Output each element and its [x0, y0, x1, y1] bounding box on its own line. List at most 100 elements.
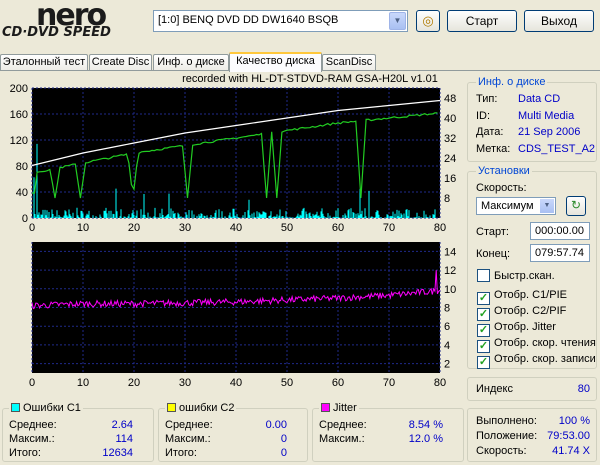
- check-icon[interactable]: ✓: [477, 324, 490, 337]
- y-right-tick: 8: [444, 303, 450, 315]
- start-label: Старт:: [476, 226, 509, 238]
- exit-button[interactable]: Выход: [524, 10, 594, 32]
- show-c2-checkbox[interactable]: ✓ Отобр. C2/PIF: [477, 305, 566, 321]
- tab-create-disc[interactable]: Create Disc: [89, 54, 152, 71]
- logo-text-bottom: CD·DVD SPEED: [2, 25, 111, 40]
- x-tick: 10: [77, 377, 89, 389]
- y-right-tick: 2: [444, 359, 450, 371]
- y-right-tick: 8: [444, 193, 450, 205]
- end-label: Конец:: [476, 248, 511, 260]
- start-time-input[interactable]: 000:00.00: [530, 222, 590, 240]
- show-c1-checkbox[interactable]: ✓ Отобр. C1/PIE: [477, 289, 567, 305]
- show-read-speed-checkbox[interactable]: ✓ Отобр. скор. чтения: [477, 337, 596, 353]
- check-icon[interactable]: ✓: [477, 292, 490, 305]
- c1-max-label: Максим.:: [9, 433, 55, 445]
- c1-total-value: 12634: [102, 447, 133, 459]
- refresh-button[interactable]: ↻: [566, 196, 586, 216]
- settings-title: Установки: [476, 165, 532, 177]
- index-label: Индекс: [476, 383, 513, 395]
- jitter-title-text: Jitter: [333, 402, 357, 414]
- jitter-max-label: Максим.:: [319, 433, 365, 445]
- quick-scan-label: Быстр.скан.: [494, 270, 555, 282]
- done-value: 100 %: [558, 415, 590, 427]
- c1-errors-box: Ошибки C1 Среднее: 2.64 Максим.: 114 Ито…: [2, 402, 154, 462]
- date-value: 21 Sep 2006: [518, 126, 581, 138]
- jitter-avg-label: Среднее:: [319, 419, 367, 431]
- tab-disc-quality[interactable]: Качество диска: [229, 52, 322, 72]
- label-label: Метка:: [476, 143, 511, 155]
- c1-avg-label: Среднее:: [9, 419, 57, 431]
- y-left-tick: 80: [16, 161, 28, 173]
- jitter-box: Jitter Среднее: 8.54 % Максим.: 12.0 %: [312, 402, 464, 462]
- y-right-tick: 10: [444, 284, 456, 296]
- y-left-tick: 0: [22, 213, 28, 225]
- y-right-tick: 6: [444, 321, 450, 333]
- show-read-speed-label: Отобр. скор. чтения: [494, 337, 596, 349]
- y-right-tick: 32: [444, 133, 456, 145]
- position-label: Положение:: [476, 430, 538, 442]
- x-tick: 50: [281, 377, 293, 389]
- x-tick: 80: [434, 222, 446, 234]
- y-right-tick: 48: [444, 93, 456, 105]
- c2-avg-label: Среднее:: [165, 419, 213, 431]
- c2-errors-box: ошибки C2 Среднее: 0.00 Максим.: 0 Итого…: [158, 402, 308, 462]
- c2-max-value: 0: [280, 433, 287, 445]
- y-right-tick: 40: [444, 113, 456, 125]
- chevron-down-icon[interactable]: ▼: [389, 12, 406, 30]
- c1-color-swatch: [11, 403, 20, 412]
- jitter-chart: 2 4 6 8 10 12 14 0 10 20 30 40 50 60 70 80: [29, 242, 456, 389]
- drive-select-value: [1:0] BENQ DVD DD DW1640 BSQB: [158, 14, 339, 26]
- c2-max-label: Максим.:: [165, 433, 211, 445]
- tab-benchmark[interactable]: Эталонный тест: [0, 54, 88, 71]
- label-value: CDS_TEST_A2: [518, 143, 596, 155]
- speed-select-value: Максимум: [481, 200, 534, 212]
- c1-title-text: Ошибки C1: [23, 402, 81, 414]
- chevron-down-icon[interactable]: ▼: [540, 199, 554, 213]
- y-right-tick: 14: [444, 246, 456, 258]
- x-tick: 20: [128, 222, 140, 234]
- disc-icon: ◎: [422, 13, 434, 28]
- speed-select[interactable]: Максимум ▼: [476, 197, 556, 215]
- disc-info-button[interactable]: ◎: [416, 10, 440, 32]
- y-left-tick: 40: [16, 187, 28, 199]
- jitter-avg-value: 8.54 %: [408, 419, 443, 431]
- tab-disc-info[interactable]: Инф. о диске: [153, 54, 229, 71]
- error-chart: 0 40 80 120 160 200 8 16 24 32 40 48 0 10 20 30 40 50 60 70…: [10, 84, 457, 234]
- show-c1-label: Отобр. C1/PIE: [494, 289, 567, 301]
- c2-title-text: ошибки C2: [179, 402, 235, 414]
- start-button[interactable]: Старт: [447, 10, 517, 32]
- check-icon[interactable]: ✓: [477, 356, 490, 369]
- current-speed-value: 41.74 X: [552, 445, 590, 457]
- show-write-speed-checkbox[interactable]: ✓ Отобр. скор. записи: [477, 353, 596, 369]
- c2-total-label: Итого:: [165, 447, 197, 459]
- disc-info-title: Инф. о диске: [476, 76, 548, 88]
- y-left-tick: 200: [10, 84, 28, 95]
- check-icon[interactable]: ✓: [477, 340, 490, 353]
- c2-color-swatch: [167, 403, 176, 412]
- quick-scan-checkbox[interactable]: Быстр.скан.: [477, 269, 555, 282]
- x-tick: 40: [230, 222, 242, 234]
- show-jitter-checkbox[interactable]: ✓ Отобр. Jitter: [477, 321, 556, 337]
- show-c2-label: Отобр. C2/PIF: [494, 305, 567, 317]
- y-left-tick: 120: [10, 135, 28, 147]
- x-tick: 50: [281, 222, 293, 234]
- jitter-title: Jitter: [319, 402, 359, 414]
- drive-select[interactable]: [1:0] BENQ DVD DD DW1640 BSQB ▼: [153, 10, 408, 32]
- c1-avg-value: 2.64: [111, 419, 133, 431]
- x-tick: 0: [29, 222, 35, 234]
- position-value: 79:53.00: [547, 430, 590, 442]
- x-tick: 20: [128, 377, 140, 389]
- check-icon[interactable]: ✓: [477, 308, 490, 321]
- type-label: Тип:: [476, 93, 498, 105]
- settings-group: Установки Скорость: Максимум ▼ ↻ Старт: …: [467, 165, 597, 369]
- x-tick: 30: [179, 222, 191, 234]
- tab-scandisc[interactable]: ScanDisc: [322, 54, 376, 71]
- show-write-speed-label: Отобр. скор. записи: [494, 353, 596, 365]
- x-tick: 30: [179, 377, 191, 389]
- index-group: Индекс 80: [467, 377, 597, 401]
- jitter-max-value: 12.0 %: [408, 433, 443, 445]
- end-time-input[interactable]: 079:57.74: [530, 244, 590, 262]
- c1-title: Ошибки C1: [9, 402, 83, 414]
- checkbox-box[interactable]: [477, 269, 490, 282]
- x-tick: 10: [77, 222, 89, 234]
